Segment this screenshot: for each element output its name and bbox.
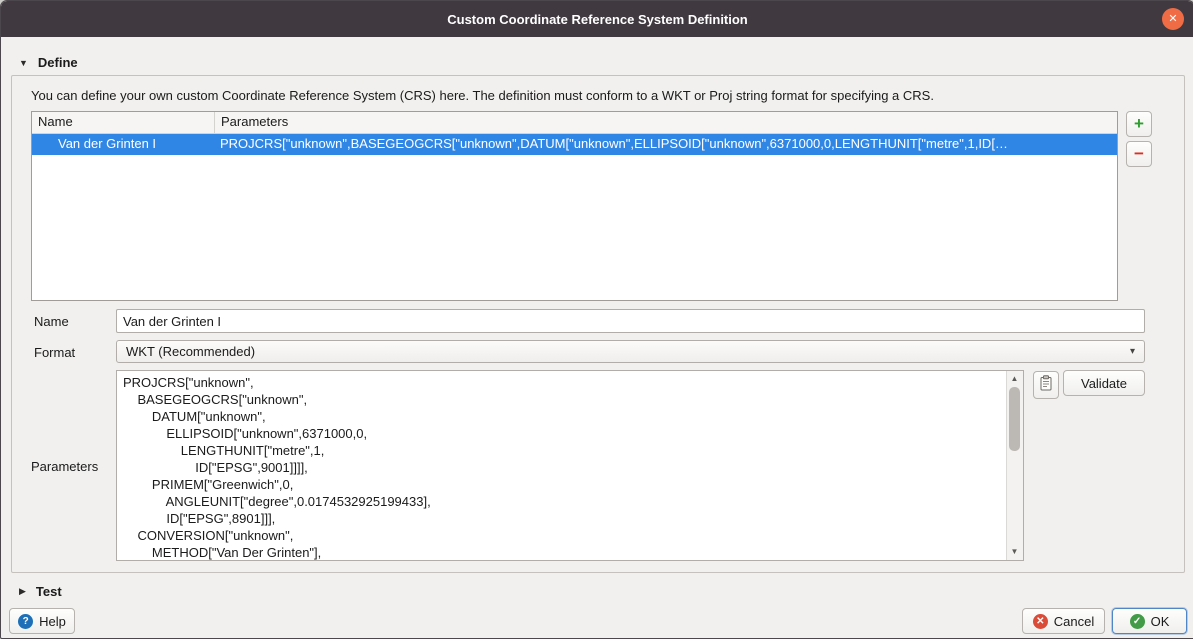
table-row[interactable]: Van der Grinten I PROJCRS["unknown",BASE… [32,134,1117,155]
cancel-icon: ✕ [1033,614,1048,629]
remove-icon: − [1134,145,1144,162]
collapse-arrow-icon: ▼ [19,58,28,68]
expand-arrow-icon: ▶ [19,586,26,597]
row-name-cell: Van der Grinten I [32,134,214,155]
cancel-button[interactable]: ✕ Cancel [1022,608,1105,634]
test-section-label: Test [36,584,62,599]
scroll-up-icon[interactable]: ▲ [1007,372,1022,386]
help-button[interactable]: ? Help [9,608,75,634]
format-select[interactable]: WKT (Recommended) ▾ [116,340,1145,363]
ok-icon: ✓ [1130,614,1145,629]
help-button-label: Help [39,614,66,629]
define-section-label: Define [38,55,78,70]
crs-table-header: Name Parameters [32,112,1117,134]
name-field-label: Name [34,314,69,329]
chevron-down-icon: ▾ [1130,346,1135,357]
validate-button[interactable]: Validate [1063,370,1145,396]
name-input[interactable] [116,309,1145,333]
test-section-header[interactable]: ▶ Test [19,584,62,599]
crs-description-text: You can define your own custom Coordinat… [31,88,934,103]
parameters-editor[interactable]: PROJCRS["unknown", BASEGEOGCRS["unknown"… [116,370,1024,561]
ok-button[interactable]: ✓ OK [1112,608,1187,634]
cancel-button-label: Cancel [1054,614,1094,629]
add-crs-button[interactable]: + [1126,111,1152,137]
row-parameters-cell: PROJCRS["unknown",BASEGEOGCRS["unknown",… [214,134,1117,155]
custom-crs-dialog: Custom Coordinate Reference System Defin… [0,0,1193,639]
copy-wkt-button[interactable] [1033,371,1059,399]
wkt-text[interactable]: PROJCRS["unknown", BASEGEOGCRS["unknown"… [117,371,1007,560]
titlebar[interactable]: Custom Coordinate Reference System Defin… [1,1,1193,37]
column-header-name[interactable]: Name [32,112,215,133]
column-header-parameters[interactable]: Parameters [215,112,1117,133]
remove-crs-button[interactable]: − [1126,141,1152,167]
clipboard-icon [1039,375,1053,396]
add-icon: + [1134,115,1144,132]
format-selected-value: WKT (Recommended) [126,344,255,359]
window-title: Custom Coordinate Reference System Defin… [447,12,748,27]
crs-list-table: Name Parameters Van der Grinten I PROJCR… [31,111,1118,301]
help-icon: ? [18,614,33,629]
define-section-header[interactable]: ▼ Define [19,55,78,70]
scrollbar-thumb[interactable] [1009,387,1020,451]
format-field-label: Format [34,345,75,360]
scroll-down-icon[interactable]: ▼ [1007,545,1022,559]
close-icon[interactable]: ✕ [1162,8,1184,30]
parameters-field-label: Parameters [31,459,98,474]
ok-button-label: OK [1151,614,1170,629]
parameters-scrollbar[interactable]: ▲ ▼ [1006,371,1023,560]
